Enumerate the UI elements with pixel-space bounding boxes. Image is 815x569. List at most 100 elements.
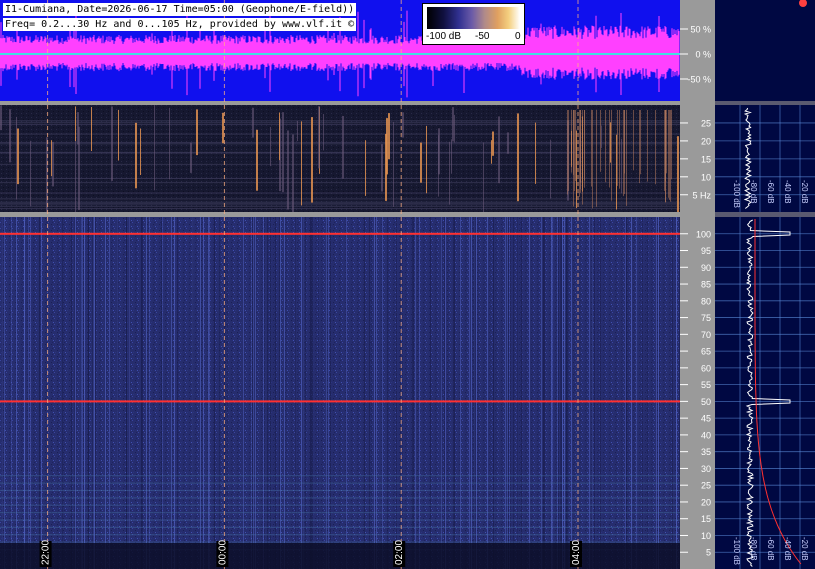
colorbar-label-max: 0 <box>515 31 521 42</box>
hf-vertical-streak <box>647 217 648 569</box>
hf-vertical-streak <box>142 217 143 569</box>
lf-burst <box>292 134 294 215</box>
hf-vertical-streak <box>243 217 244 569</box>
hf-vertical-streak <box>41 217 42 569</box>
hf-vertical-streak <box>415 217 416 569</box>
hf-vertical-streak <box>93 217 94 569</box>
hf-vertical-streak <box>594 217 595 569</box>
hf-vertical-streak <box>369 217 370 569</box>
hf-vertical-streak <box>513 217 514 569</box>
lf-burst <box>91 107 92 151</box>
hf-vertical-streak <box>30 217 31 569</box>
hf-tick-15: 25 <box>701 481 711 491</box>
lf-burst <box>451 139 452 174</box>
hf-vertical-streak <box>161 217 162 569</box>
hf-vertical-streak <box>88 217 89 569</box>
lf-burst <box>270 126 271 167</box>
hf-vertical-streak <box>625 217 626 569</box>
hf-vertical-streak <box>203 217 204 569</box>
lf-db-label-2: -60 dB <box>766 180 775 204</box>
header-frequency: Freq= 0.2...30 Hz and 0...105 Hz, provid… <box>3 18 357 31</box>
time-label-1: 00:00 <box>216 540 229 567</box>
hf-tick-16: 20 <box>701 497 711 507</box>
hf-vertical-streak <box>295 217 296 569</box>
lf-burst <box>75 136 76 221</box>
lf-burst-dense <box>639 110 640 184</box>
lf-db-label-4: -20 dB <box>800 180 809 204</box>
lf-burst <box>190 142 192 173</box>
hf-vertical-streak <box>267 217 268 569</box>
waveform-tick-1: 0 % <box>695 50 711 60</box>
hf-vertical-streak <box>507 217 508 569</box>
time-label-2: 02:00 <box>393 540 406 567</box>
lf-tick-3: 10 <box>701 172 711 182</box>
lf-burst-dense <box>670 110 671 202</box>
hf-tick-14: 30 <box>701 464 711 474</box>
lf-burst-dense <box>624 110 625 194</box>
hf-vertical-streak <box>146 217 147 569</box>
lf-burst <box>111 106 113 181</box>
hf-vertical-streak <box>263 217 264 569</box>
lf-burst-dense <box>655 110 656 185</box>
hf-vertical-streak <box>517 217 518 569</box>
lf-burst <box>252 107 254 138</box>
hf-vertical-streak <box>413 217 414 569</box>
hf-vertical-streak <box>94 217 95 569</box>
hf-vertical-streak <box>279 217 280 569</box>
lf-burst-dense <box>580 110 581 193</box>
hf-vertical-streak <box>81 217 82 569</box>
hf-vertical-streak <box>453 217 454 569</box>
lf-burst <box>301 121 302 206</box>
lf-burst <box>365 140 366 196</box>
lf-burst <box>17 128 19 185</box>
lf-db-label-3: -40 dB <box>783 180 792 204</box>
hf-vertical-streak <box>264 217 265 569</box>
hf-vertical-streak <box>412 217 413 569</box>
waveform-tick-2: -50 % <box>687 75 711 85</box>
lf-burst <box>616 134 617 210</box>
hf-vertical-streak <box>396 217 397 569</box>
hf-vertical-streak <box>631 217 632 569</box>
lf-burst-dense <box>579 110 580 197</box>
hf-vertical-streak <box>28 217 29 569</box>
lf-burst-dense <box>623 110 624 197</box>
lf-burst <box>438 135 439 197</box>
hf-vertical-streak <box>318 217 319 569</box>
hf-vertical-streak <box>303 217 304 569</box>
hf-vertical-streak <box>208 217 209 569</box>
time-label-text-0: 22:00 <box>41 540 52 565</box>
hf-vertical-streak <box>326 217 327 569</box>
hf-db-label-2: -60 dB <box>766 537 775 561</box>
hf-vertical-streak <box>561 217 562 569</box>
lf-burst-dense <box>671 110 672 180</box>
hf-vertical-streak <box>551 217 552 569</box>
header-title: I1-Cumiana, Date=2026-06-17 Time=05:00 (… <box>3 3 357 16</box>
lf-burst-dense <box>573 110 574 207</box>
hf-vertical-streak <box>74 217 75 569</box>
lf-burst-dense <box>571 110 572 173</box>
lf-burst <box>9 109 11 163</box>
hf-vertical-streak <box>521 217 522 569</box>
hf-vertical-streak <box>441 217 442 569</box>
lf-burst <box>426 126 427 194</box>
lf-burst-dense <box>582 110 583 205</box>
hf-vertical-streak <box>252 217 253 569</box>
hf-vertical-streak <box>557 217 558 569</box>
lf-burst <box>342 115 344 179</box>
lf-burst-dense <box>633 110 634 171</box>
hf-vertical-streak <box>566 217 567 569</box>
hf-vertical-streak <box>24 217 25 569</box>
lf-burst <box>517 113 519 202</box>
hf-vertical-streak <box>636 217 637 569</box>
lf-burst <box>491 140 492 164</box>
lf-burst <box>16 116 17 200</box>
lf-burst <box>51 140 52 177</box>
hf-vertical-streak <box>16 217 17 569</box>
hf-vertical-streak <box>454 217 455 569</box>
hf-db-label-4: -20 dB <box>800 537 809 561</box>
hf-tick-7: 65 <box>701 347 711 357</box>
waveform-tick-0: 50 % <box>690 25 711 35</box>
hf-vertical-streak <box>82 217 83 569</box>
hf-vertical-streak <box>227 217 228 569</box>
lf-burst <box>420 142 422 183</box>
